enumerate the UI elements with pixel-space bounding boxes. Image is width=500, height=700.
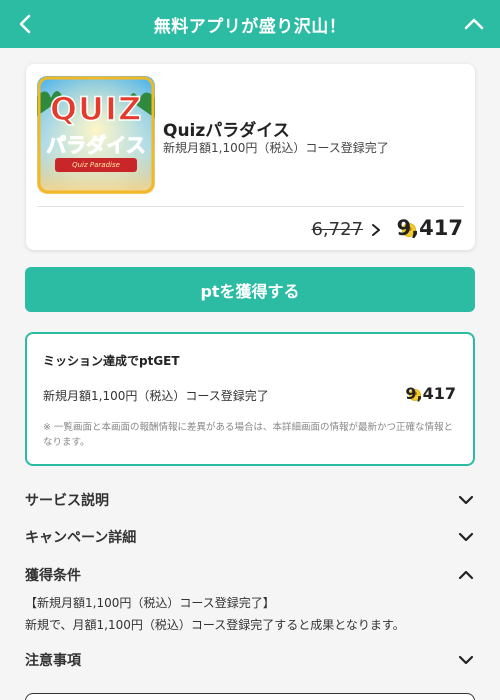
bottom-outlined-box[interactable] (25, 693, 475, 700)
chevron-right-icon (372, 224, 380, 236)
mission-note: ※ 一覧画面と本画面の報酬情報に差異がある場合は、本詳細画面の情報が最新かつ正確… (43, 422, 453, 448)
accordion-notes[interactable]: 注意事項 (25, 647, 475, 673)
logo-subtitle: Quiz Paradise (55, 158, 137, 172)
conditions-text-body: 新規で、月額1,100円（税込）コース登録完了すると成果となります。 (25, 618, 405, 632)
chevron-left-icon[interactable] (14, 12, 38, 36)
app-thumbnail: QUIZ パラダイス Quiz Paradise (37, 76, 155, 194)
header-title: 無料アプリが盛り沢山！ (153, 16, 347, 37)
top-header: 無料アプリが盛り沢山！ (0, 0, 500, 48)
mission-task: 新規月額1,100円（税込）コース登録完了 (43, 389, 269, 403)
accordion-conditions-label: 獲得条件 (25, 568, 81, 584)
chevron-up-icon (458, 570, 474, 580)
chevron-down-icon (458, 532, 474, 542)
mission-box: ミッション達成でptGET 新規月額1,100円（税込）コース登録完了 P 9,… (25, 332, 475, 466)
divider (37, 206, 464, 207)
conditions-text-title: 【新規月額1,100円（税込）コース登録完了】 (25, 596, 275, 610)
logo-paradise-text: パラダイス (46, 133, 146, 158)
get-points-button[interactable]: ptを獲得する (25, 267, 475, 312)
accordion-campaign[interactable]: キャンペーン詳細 (25, 524, 475, 550)
accordion-service-label: サービス説明 (25, 493, 109, 509)
chevron-down-icon (458, 655, 474, 665)
accordion-campaign-label: キャンペーン詳細 (25, 530, 137, 546)
chevron-down-icon (458, 495, 474, 505)
app-description: 新規月額1,100円（税込）コース登録完了 (163, 141, 389, 155)
mission-points: 9,417 (405, 384, 456, 403)
chevron-up-icon[interactable] (462, 12, 486, 36)
new-points: 9,417 (396, 216, 463, 240)
accordion-conditions[interactable]: 獲得条件 (25, 562, 475, 588)
old-points: 6,727 (311, 219, 363, 240)
app-card: QUIZ パラダイス Quiz Paradise Quizパラダイス 新規月額1… (26, 64, 475, 250)
accordion-service[interactable]: サービス説明 (25, 487, 475, 513)
logo-quiz-text: QUIZ (49, 89, 143, 129)
mission-title: ミッション達成でptGET (43, 354, 180, 368)
accordion-notes-label: 注意事項 (25, 653, 81, 669)
app-name: Quizパラダイス (163, 121, 290, 141)
